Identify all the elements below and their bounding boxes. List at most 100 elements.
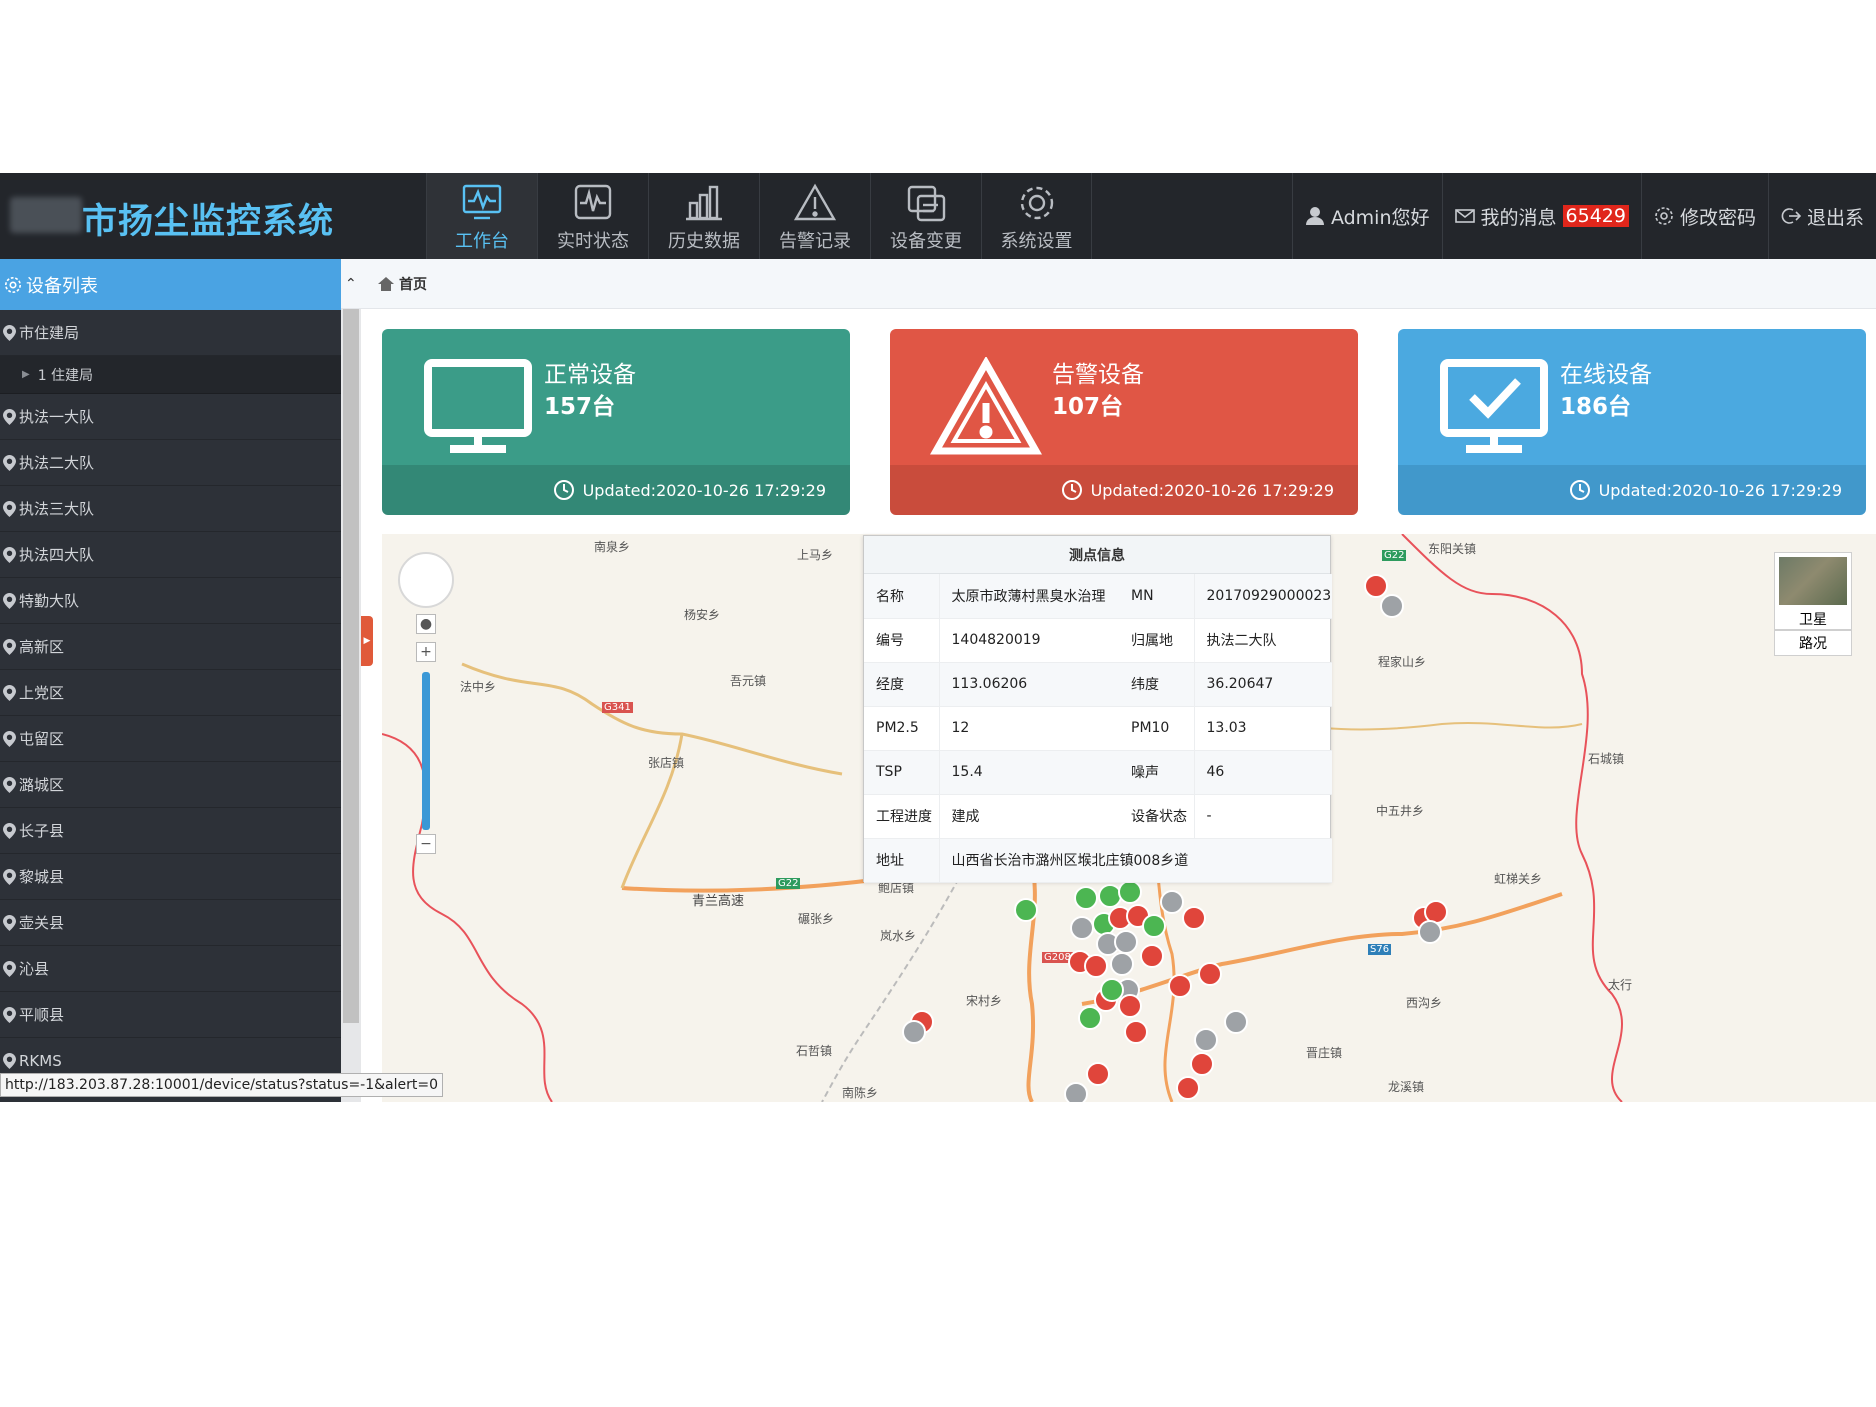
alert-device-marker[interactable] <box>1084 954 1108 978</box>
offline-device-marker[interactable] <box>1224 1010 1248 1034</box>
nav-device-change[interactable]: 设备变更 <box>870 173 981 259</box>
sidebar-group-label: 执法二大队 <box>19 454 95 472</box>
offline-device-marker[interactable] <box>1380 594 1404 618</box>
map-type-satellite[interactable]: 卫星 <box>1774 552 1852 630</box>
offline-device-marker[interactable] <box>1064 1082 1088 1102</box>
info-value: 15.4 <box>939 750 1119 795</box>
sidebar-header-label: 设备列表 <box>26 275 98 297</box>
nav-settings[interactable]: 系统设置 <box>981 173 1092 259</box>
sidebar-subitem[interactable]: ▶ 1 住建局 <box>0 356 341 394</box>
offline-device-marker[interactable] <box>902 1020 926 1044</box>
alert-device-marker[interactable] <box>1168 974 1192 998</box>
alert-device-marker[interactable] <box>1364 574 1388 598</box>
sidebar-group[interactable]: 平顺县 <box>0 992 341 1038</box>
user-greeting-text: Admin您好 <box>1330 206 1430 229</box>
alert-device-marker[interactable] <box>1198 962 1222 986</box>
sidebar-group-label: 黎城县 <box>19 868 65 886</box>
sidebar-group-label: 上党区 <box>19 684 65 702</box>
mail-icon <box>1454 209 1475 223</box>
main-nav: 工作台 实时状态 历史数据 告警记录 设备变更 系统设置 <box>426 173 1092 259</box>
alert-device-marker[interactable] <box>1118 994 1142 1018</box>
sidebar-group[interactable]: 执法四大队 <box>0 532 341 578</box>
nav-dashboard[interactable]: 工作台 <box>426 173 537 259</box>
sidebar-group-label: 潞城区 <box>19 776 65 794</box>
normal-device-marker[interactable] <box>1118 880 1142 904</box>
nav-realtime[interactable]: 实时状态 <box>537 173 648 259</box>
nav-alerts[interactable]: 告警记录 <box>759 173 870 259</box>
clock-icon <box>1569 480 1590 500</box>
sidebar-group[interactable]: 壶关县 <box>0 900 341 946</box>
alert-devices-card[interactable]: 告警设备 107台 Updated:2020-10-26 17:29:29 <box>890 329 1358 515</box>
sidebar-group-label: 特勤大队 <box>19 592 80 610</box>
sidebar-group[interactable]: 沁县 <box>0 946 341 992</box>
sidebar-group[interactable]: 长子县 <box>0 808 341 854</box>
sidebar-group[interactable]: 屯留区 <box>0 716 341 762</box>
location-pin-icon <box>3 868 16 885</box>
map-zoom-in-button[interactable]: + <box>416 642 436 662</box>
info-value: 1404820019 <box>939 618 1119 663</box>
offline-device-marker[interactable] <box>1110 952 1134 976</box>
map-zoom-out-button[interactable]: − <box>416 834 436 854</box>
normal-device-marker[interactable] <box>1100 978 1124 1002</box>
info-address-value: 山西省长治市潞州区堠北庄镇008乡道 <box>939 838 1332 883</box>
online-devices-card[interactable]: 在线设备 186台 Updated:2020-10-26 17:29:29 <box>1398 329 1866 515</box>
change-password-link[interactable]: 修改密码 <box>1640 173 1768 259</box>
breadcrumb-home[interactable]: 首页 <box>399 274 427 294</box>
sidebar-group[interactable]: 市住建局 <box>0 310 341 356</box>
satellite-thumbnail <box>1779 557 1847 605</box>
sidebar-group-label: 高新区 <box>19 638 65 656</box>
alert-device-marker[interactable] <box>1124 1020 1148 1044</box>
alert-device-marker[interactable] <box>1140 944 1164 968</box>
normal-device-marker[interactable] <box>1014 898 1038 922</box>
map-pan-control[interactable] <box>398 552 454 608</box>
sidebar-group[interactable]: 执法三大队 <box>0 486 341 532</box>
sidebar-header: 设备列表 <box>0 259 341 310</box>
normal-devices-card[interactable]: 正常设备 157台 Updated:2020-10-26 17:29:29 <box>382 329 850 515</box>
settings-icon <box>1655 207 1673 225</box>
user-icon <box>1305 207 1324 225</box>
home-icon <box>378 276 394 291</box>
offline-device-marker[interactable] <box>1160 890 1184 914</box>
map-zoom-slider[interactable] <box>422 672 430 830</box>
map-locate-button[interactable]: ● <box>416 614 436 634</box>
sidebar-group[interactable]: 特勤大队 <box>0 578 341 624</box>
normal-device-marker[interactable] <box>1142 914 1166 938</box>
sidebar-group[interactable]: 黎城县 <box>0 854 341 900</box>
normal-device-marker[interactable] <box>1078 1006 1102 1030</box>
logo-image <box>10 197 82 233</box>
info-key: 归属地 <box>1119 618 1195 663</box>
app-screenshot: 市扬尘监控系统 工作台 实时状态 历史数据 告警记录 设备变更 系统设置 Adm… <box>0 173 1876 1102</box>
offline-device-marker[interactable] <box>1194 1028 1218 1052</box>
info-key: PM10 <box>1119 706 1195 751</box>
sidebar-scroll-thumb[interactable] <box>343 273 359 1023</box>
card-footer: Updated:2020-10-26 17:29:29 <box>382 465 850 515</box>
normal-device-marker[interactable] <box>1074 886 1098 910</box>
pulse-icon <box>574 184 612 220</box>
sidebar-group[interactable]: 高新区 <box>0 624 341 670</box>
alert-device-marker[interactable] <box>1190 1052 1214 1076</box>
sidebar-toggle[interactable]: ▶ <box>361 616 373 666</box>
alert-device-marker[interactable] <box>1176 1076 1200 1100</box>
offline-device-marker[interactable] <box>1114 930 1138 954</box>
sidebar-group[interactable]: 上党区 <box>0 670 341 716</box>
offline-device-marker[interactable] <box>1070 916 1094 940</box>
map-type-traffic[interactable]: 路况 <box>1774 630 1852 656</box>
alert-device-marker[interactable] <box>1086 1062 1110 1086</box>
offline-device-marker[interactable] <box>1418 920 1442 944</box>
user-area: Admin您好 我的消息 65429 修改密码 退出系 <box>1291 173 1876 259</box>
nav-history[interactable]: 历史数据 <box>648 173 759 259</box>
logout-link[interactable]: 退出系 <box>1767 173 1876 259</box>
info-key: 名称 <box>864 574 940 619</box>
sidebar-group[interactable]: 执法二大队 <box>0 440 341 486</box>
sidebar-group[interactable]: 执法一大队 <box>0 394 341 440</box>
sidebar-group-label: 执法四大队 <box>19 546 95 564</box>
alert-device-marker[interactable] <box>1424 900 1448 924</box>
alert-device-marker[interactable] <box>1182 906 1206 930</box>
location-pin-icon <box>3 960 16 977</box>
user-greeting[interactable]: Admin您好 <box>1291 173 1442 259</box>
collapse-icon[interactable]: ⌃ <box>345 276 367 292</box>
sidebar-group[interactable]: 潞城区 <box>0 762 341 808</box>
normal-device-marker[interactable] <box>1098 884 1122 908</box>
messages-link[interactable]: 我的消息 65429 <box>1441 173 1641 259</box>
card-count: 157台 <box>544 394 616 420</box>
